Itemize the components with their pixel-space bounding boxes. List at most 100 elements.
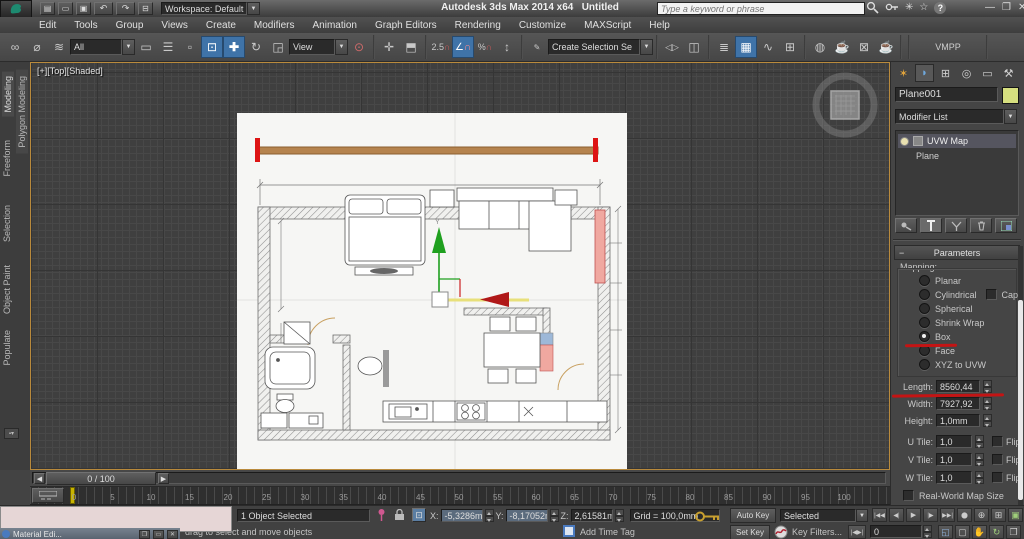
open-mini-curve-editor-button[interactable] <box>32 488 64 503</box>
mapping-option-cylindrical[interactable]: Cylindrical Cap <box>919 289 1018 300</box>
spinner-snap-toggle-icon[interactable]: ↕ <box>496 36 518 58</box>
mapping-option-xyz-to-uvw[interactable]: XYZ to UVW <box>919 359 986 370</box>
key-mode-toggle-button[interactable]: ⬤ <box>957 508 972 522</box>
workspace-dropdown[interactable]: Workspace: Default <box>161 2 247 15</box>
tab-modify[interactable]: ◗ <box>915 64 934 82</box>
stack-item-plane[interactable]: Plane <box>898 149 1016 162</box>
redo-button[interactable]: ↷ <box>116 2 135 15</box>
zoom-region-button[interactable]: ◱ <box>938 525 953 539</box>
rollout-collapse-icon[interactable]: − <box>899 248 904 258</box>
material-editor-close-icon[interactable]: ✕ <box>167 530 178 539</box>
maximize-viewport-toggle-button[interactable]: ❐ <box>1006 525 1021 539</box>
w-tile-spinner[interactable] <box>975 471 984 484</box>
restore-button[interactable]: ❐ <box>1002 2 1011 13</box>
tab-motion[interactable]: ◎ <box>957 64 976 82</box>
z-coord-field[interactable]: 2,61581mm <box>571 509 613 522</box>
select-object-icon[interactable]: ▭ <box>135 36 157 58</box>
play-animation-button[interactable]: ▶ <box>906 508 921 522</box>
reference-coordinate-dropdown[interactable]: View <box>289 39 335 55</box>
render-setup-icon[interactable]: ☕ <box>831 36 853 58</box>
menu-customize[interactable]: Customize <box>510 20 575 31</box>
go-to-end-button[interactable]: ▶▶| <box>940 508 955 522</box>
show-end-result-button[interactable] <box>920 218 942 233</box>
menu-views[interactable]: Views <box>152 20 197 31</box>
time-slider-handle[interactable]: 0 / 100 <box>46 472 156 485</box>
width-spinner[interactable] <box>983 397 992 410</box>
modifier-list-dropdown[interactable]: Modifier List <box>895 109 1004 124</box>
set-key-filters-curve-icon[interactable] <box>774 525 788 539</box>
keyboard-shortcut-override-icon[interactable]: ⬒ <box>400 36 422 58</box>
tab-hierarchy[interactable]: ⊞ <box>936 64 955 82</box>
project-folder-button[interactable]: ⊟ <box>138 2 153 15</box>
remove-modifier-button[interactable] <box>970 218 992 233</box>
real-world-map-size-checkbox[interactable] <box>903 490 914 501</box>
menu-modifiers[interactable]: Modifiers <box>245 20 304 31</box>
selection-filter-dropdown[interactable]: All <box>70 39 122 55</box>
search-input[interactable] <box>657 2 865 15</box>
mapping-option-shrink-wrap[interactable]: Shrink Wrap <box>919 317 984 328</box>
vmpp-toolbar-label[interactable]: VMPP <box>913 42 983 52</box>
exchange-icon[interactable]: ✳ <box>905 2 913 13</box>
menu-help[interactable]: Help <box>640 20 679 31</box>
percent-snap-toggle-icon[interactable]: %∩ <box>474 36 496 58</box>
ribbon-panel-polygon-modeling[interactable]: Polygon Modeling <box>16 70 28 154</box>
rendered-frame-window-icon[interactable]: ⊠ <box>853 36 875 58</box>
snaps-toggle-icon[interactable]: 2.5∩ <box>430 36 452 58</box>
isolate-key-icon[interactable] <box>695 511 721 522</box>
schematic-view-icon[interactable]: ⊞ <box>779 36 801 58</box>
curve-editor-icon[interactable]: ∿ <box>757 36 779 58</box>
use-pivot-point-center-icon[interactable]: ⊙ <box>348 36 370 58</box>
selection-filter-arrow[interactable]: ▼ <box>122 39 135 55</box>
window-crossing-toggle-icon[interactable]: ⊡ <box>201 36 223 58</box>
edit-named-selection-sets-icon[interactable]: ✎ <box>526 36 548 58</box>
select-and-scale-icon[interactable]: ◲ <box>267 36 289 58</box>
u-tile-field[interactable]: 1,0 <box>936 435 972 448</box>
x-coord-field[interactable]: -5,3286mm <box>441 509 483 522</box>
current-frame-spinner[interactable] <box>923 525 932 538</box>
tab-utilities[interactable]: ⚒ <box>999 64 1018 82</box>
v-tile-field[interactable]: 1,0 <box>936 453 972 466</box>
set-key-button[interactable]: Set Key <box>730 525 770 539</box>
named-selection-set-dropdown[interactable]: Create Selection Se <box>548 39 640 55</box>
make-unique-button[interactable] <box>945 218 967 233</box>
close-button[interactable]: ✕ <box>1018 2 1024 13</box>
time-slider-next-arrow[interactable]: ▶ <box>158 473 169 484</box>
auto-key-button[interactable]: Auto Key <box>730 508 776 523</box>
ribbon-minimize-icon[interactable]: ▪▾ <box>4 428 19 439</box>
help-icon[interactable]: ? <box>934 2 946 14</box>
pan-view-button[interactable]: ✋ <box>972 525 987 539</box>
favorites-star-icon[interactable]: ☆ <box>919 2 928 13</box>
communication-center-icon[interactable] <box>885 1 899 14</box>
field-of-view-button[interactable]: ▢ <box>955 525 970 539</box>
object-name-field[interactable]: Plane001 <box>895 87 998 102</box>
select-and-link-icon[interactable]: ∞ <box>4 36 26 58</box>
menu-graph-editors[interactable]: Graph Editors <box>366 20 446 31</box>
selected-set-dropdown-arrow[interactable]: ▼ <box>856 509 868 522</box>
v-tile-spinner[interactable] <box>975 453 984 466</box>
ribbon-tab-modeling[interactable]: Modeling <box>2 72 14 117</box>
viewcube[interactable] <box>809 69 881 141</box>
search-icon[interactable] <box>866 1 879 14</box>
select-and-move-icon[interactable]: ✚ <box>223 36 245 58</box>
open-file-button[interactable]: ▭ <box>58 2 73 15</box>
track-bar[interactable]: 05 1015 2025 3035 4045 5055 6065 7075 80… <box>30 487 890 505</box>
end-frame-toggle-button[interactable]: |◀▶| <box>848 525 866 539</box>
add-time-tag-icon[interactable] <box>563 525 575 537</box>
bind-to-space-warp-icon[interactable]: ≋ <box>48 36 70 58</box>
graphite-modeling-ribbon-icon[interactable]: ▦ <box>735 36 757 58</box>
menu-rendering[interactable]: Rendering <box>446 20 510 31</box>
width-field[interactable]: 7927,92 <box>936 397 980 410</box>
ribbon-tab-freeform[interactable]: Freeform <box>2 140 12 177</box>
material-editor-titlebar[interactable]: Material Edi... ❐ ▭ ✕ <box>0 528 180 539</box>
object-color-swatch[interactable] <box>1002 87 1019 104</box>
undo-button[interactable]: ↶ <box>94 2 113 15</box>
minimize-button[interactable]: — <box>985 2 995 13</box>
ribbon-tab-object-paint[interactable]: Object Paint <box>2 265 12 314</box>
ribbon-tab-populate[interactable]: Populate <box>2 330 12 366</box>
menu-group[interactable]: Group <box>107 20 153 31</box>
layer-manager-icon[interactable]: ≣ <box>713 36 735 58</box>
new-scene-button[interactable]: ▤ <box>40 2 55 15</box>
absolute-mode-transform-icon[interactable]: ⊡ <box>412 508 426 522</box>
mapping-option-spherical[interactable]: Spherical <box>919 303 973 314</box>
select-and-rotate-icon[interactable]: ↻ <box>245 36 267 58</box>
